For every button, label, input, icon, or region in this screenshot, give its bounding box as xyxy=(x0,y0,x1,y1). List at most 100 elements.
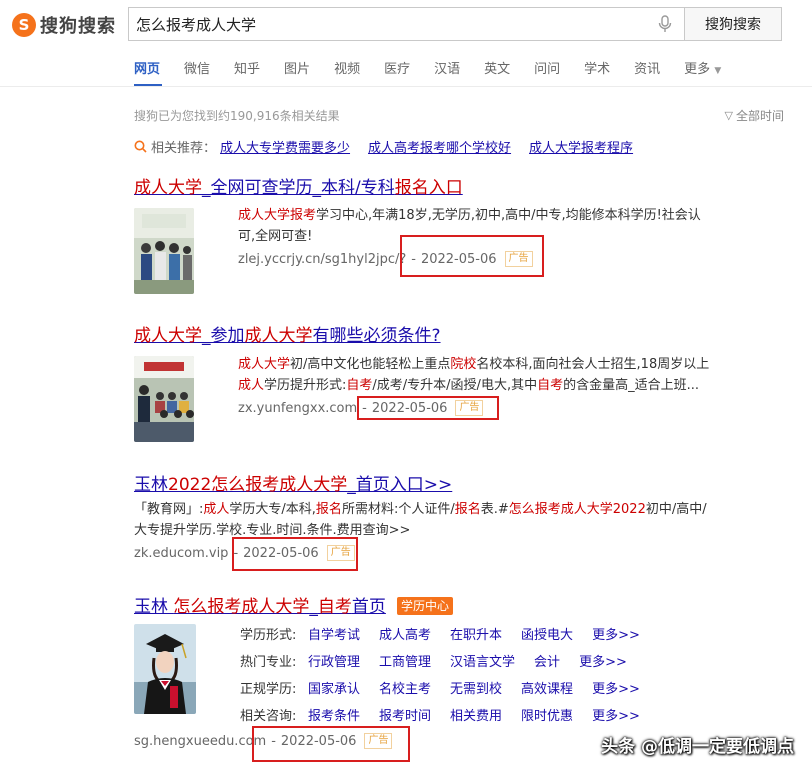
time-filter[interactable]: ▽ 全部时间 xyxy=(725,107,784,124)
desc-text: 初/高中文化也能轻松上重点 xyxy=(290,357,451,372)
desc-text: 初中/高中/ xyxy=(645,502,707,517)
logo-text: 搜狗搜索 xyxy=(40,16,116,37)
desc-text: 大专提升学历.学校.专业.时间.条件.费用查询>> xyxy=(134,523,411,538)
sitelink[interactable]: 国家承认 xyxy=(308,678,360,697)
tab-english[interactable]: 英文 xyxy=(484,58,510,80)
sitelink[interactable]: 会计 xyxy=(534,651,560,670)
sitelink[interactable]: 报考时间 xyxy=(379,705,431,724)
desc-highlight: 自考 xyxy=(346,378,373,393)
sitelinks-label: 正规学历: xyxy=(240,682,297,697)
sitelink[interactable]: 在职升本 xyxy=(450,624,502,643)
education-center-tag[interactable]: 学历中心 xyxy=(397,597,454,615)
sitelink[interactable]: 工商管理 xyxy=(379,651,431,670)
chevron-down-icon: ▼ xyxy=(714,66,722,76)
result-url[interactable]: sg.hengxueedu.com xyxy=(134,734,266,749)
sitelink-more[interactable]: 更多>> xyxy=(592,705,640,724)
related-link[interactable]: 成人高考报考哪个学校好 xyxy=(368,137,511,156)
result-title-link[interactable]: 成人大学_参加成人大学有哪些必须条件? xyxy=(134,326,441,346)
desc-text: 表.# xyxy=(480,502,509,517)
sogou-logo-icon: S xyxy=(12,13,36,37)
annotation-box xyxy=(252,726,410,762)
sitelinks-row: 热门专业: 行政管理 工商管理 汉语言文学 会计 更多>> xyxy=(240,647,659,674)
search-tabs: 网页 微信 知乎 图片 视频 医疗 汉语 英文 问问 学术 资讯 更多 ▼ xyxy=(134,58,745,80)
result-title-link[interactable]: 玉林2022怎么报考成人大学_首页入口>> xyxy=(134,475,452,495)
sitelink[interactable]: 自学考试 xyxy=(308,624,360,643)
result-url[interactable]: zk.educom.vip xyxy=(134,546,228,561)
sitelink[interactable]: 限时优惠 xyxy=(521,705,573,724)
desc-text: /成考/专升本/函授/电大,其中 xyxy=(372,378,538,393)
tab-medical[interactable]: 医疗 xyxy=(384,58,410,80)
sitelink-more[interactable]: 更多>> xyxy=(592,678,640,697)
desc-text: 的含金量高_适合上班... xyxy=(563,378,699,393)
result-thumbnail[interactable] xyxy=(134,356,194,442)
result-title-link[interactable]: 玉林 怎么报考成人大学_自考首页 xyxy=(134,597,386,617)
sitelinks-label: 学历形式: xyxy=(240,628,297,643)
tab-scholar[interactable]: 学术 xyxy=(584,58,610,80)
sitelink[interactable]: 无需到校 xyxy=(450,678,502,697)
search-box xyxy=(128,7,684,41)
title-text: _首页入口>> xyxy=(347,475,453,495)
search-input[interactable] xyxy=(136,9,650,39)
search-result: 成人大学_全网可查学历_本科/专科报名入口 xyxy=(134,173,463,198)
tab-web[interactable]: 网页 xyxy=(134,58,160,80)
desc-text: 所需材料:个人证件/ xyxy=(341,502,455,517)
title-highlight: 成人大学 xyxy=(134,326,202,346)
result-url[interactable]: zx.yunfengxx.com xyxy=(238,401,357,416)
sitelink[interactable]: 报考条件 xyxy=(308,705,360,724)
tab-weixin[interactable]: 微信 xyxy=(184,58,210,80)
result-thumbnail[interactable] xyxy=(134,624,196,714)
sogou-logo[interactable]: S 搜狗搜索 xyxy=(12,10,116,40)
desc-highlight: 怎么报考成人大学2022 xyxy=(508,502,646,517)
search-result: 玉林2022怎么报考成人大学_首页入口>> xyxy=(134,470,452,495)
header: S 搜狗搜索 搜狗搜索 xyxy=(0,0,812,50)
sitelinks-row: 学历形式: 自学考试 成人高考 在职升本 函授电大 更多>> xyxy=(240,620,659,647)
tab-wenwen[interactable]: 问问 xyxy=(534,58,560,80)
tab-zhihu[interactable]: 知乎 xyxy=(234,58,260,80)
title-highlight: 成人大学 xyxy=(244,326,313,346)
title-highlight: 报名入口 xyxy=(394,178,463,198)
desc-text: 学历大专/本科, xyxy=(229,502,316,517)
search-button[interactable]: 搜狗搜索 xyxy=(684,7,782,41)
desc-highlight: 院校 xyxy=(450,357,477,372)
sitelink[interactable]: 高效课程 xyxy=(521,678,573,697)
sitelinks-grid: 学历形式: 自学考试 成人高考 在职升本 函授电大 更多>> 热门专业: 行政管… xyxy=(240,620,659,728)
sitelink[interactable]: 名校主考 xyxy=(379,678,431,697)
tab-more[interactable]: 更多 ▼ xyxy=(684,58,721,80)
sitelink[interactable]: 汉语言文学 xyxy=(450,651,515,670)
sitelink[interactable]: 成人高考 xyxy=(379,624,431,643)
tab-video[interactable]: 视频 xyxy=(334,58,360,80)
title-text: 首页 xyxy=(351,597,386,617)
sitelinks-row: 相关咨询: 报考条件 报考时间 相关费用 限时优惠 更多>> xyxy=(240,701,659,728)
sitelinks-label: 相关咨询: xyxy=(240,709,297,724)
sitelink[interactable]: 函授电大 xyxy=(521,624,573,643)
tab-more-label: 更多 xyxy=(684,62,711,77)
header-divider xyxy=(0,86,812,87)
desc-highlight: 成人大学报考 xyxy=(238,208,317,223)
desc-highlight: 报名 xyxy=(315,502,342,517)
related-link[interactable]: 成人大专学费需要多少 xyxy=(220,137,350,156)
tab-hanyu[interactable]: 汉语 xyxy=(434,58,460,80)
result-title-link[interactable]: 成人大学_全网可查学历_本科/专科报名入口 xyxy=(134,178,463,198)
related-label: 相关推荐： xyxy=(151,141,217,156)
search-result: 玉林 怎么报考成人大学_自考首页 学历中心 xyxy=(134,592,454,617)
result-thumbnail[interactable] xyxy=(134,208,194,294)
sitelinks-label: 热门专业: xyxy=(240,655,297,670)
result-url[interactable]: zlej.yccrjy.cn/sg1hyl2jpc/? xyxy=(238,252,406,267)
desc-highlight: 成人 xyxy=(203,502,230,517)
search-icon xyxy=(134,140,147,153)
title-text: _全网可查学历_本科/专科 xyxy=(202,178,395,198)
sitelink[interactable]: 相关费用 xyxy=(450,705,502,724)
desc-text: 「教育网」: xyxy=(134,502,204,517)
sitelinks-row: 正规学历: 国家承认 名校主考 无需到校 高效课程 更多>> xyxy=(240,674,659,701)
title-highlight: 自考 xyxy=(317,597,352,617)
microphone-icon[interactable] xyxy=(650,9,680,39)
tab-news[interactable]: 资讯 xyxy=(634,58,660,80)
sitelink[interactable]: 行政管理 xyxy=(308,651,360,670)
annotation-box xyxy=(232,537,358,571)
desc-text: 学历提升形式: xyxy=(264,378,347,393)
sitelink-more[interactable]: 更多>> xyxy=(579,651,627,670)
sitelink-more[interactable]: 更多>> xyxy=(592,624,640,643)
related-link[interactable]: 成人大学报考程序 xyxy=(529,137,633,156)
desc-text: 学习中心,年满18岁,无学历,初中,高中/中专,均能修本科学历!社会认 xyxy=(316,208,701,223)
tab-images[interactable]: 图片 xyxy=(284,58,310,80)
